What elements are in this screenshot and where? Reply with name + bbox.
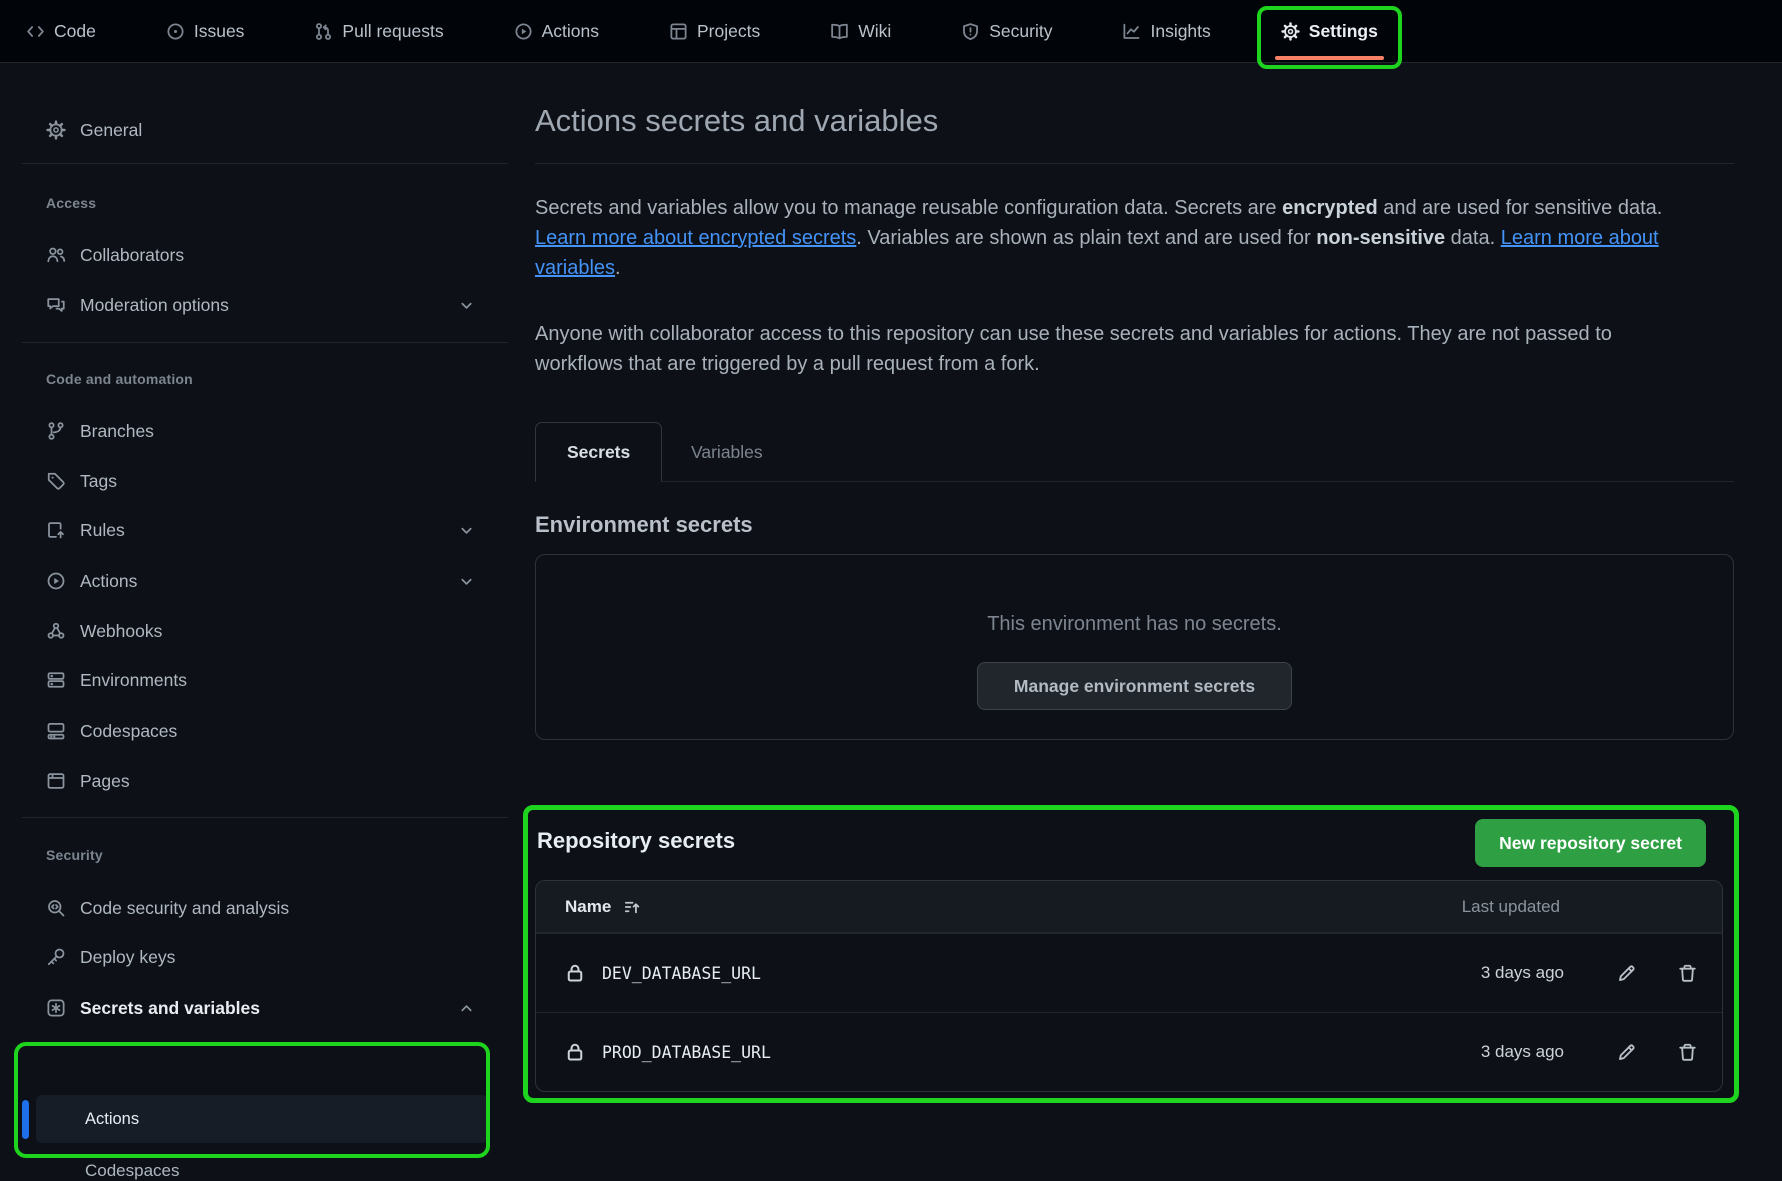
tab-label: Wiki	[858, 21, 891, 42]
shield-icon	[961, 22, 980, 41]
secret-name: PROD_DATABASE_URL	[602, 1043, 771, 1062]
intro-paragraph: Secrets and variables allow you to manag…	[535, 193, 1690, 283]
secret-updated: 3 days ago	[1481, 963, 1564, 983]
tab-label: Settings	[1309, 21, 1378, 42]
repo-tab-nav: Code Issues Pull requests Actions Projec…	[0, 0, 1782, 63]
environment-secrets-heading: Environment secrets	[535, 512, 753, 538]
git-pull-request-icon	[314, 22, 333, 41]
book-icon	[830, 22, 849, 41]
environment-empty-text: This environment has no secrets.	[987, 613, 1282, 636]
secret-row-prod: PROD_DATABASE_URL 3 days ago	[536, 1012, 1722, 1091]
page-title: Actions secrets and variables	[535, 103, 938, 139]
table-header-row: Name Last updated	[536, 881, 1722, 933]
tab-label: Actions	[542, 21, 599, 42]
code-icon	[26, 22, 45, 41]
tab-label: Security	[989, 21, 1052, 42]
tab-security[interactable]: Security	[961, 21, 1052, 42]
tab-label: Variables	[691, 442, 763, 463]
tab-insights[interactable]: Insights	[1122, 21, 1210, 42]
title-divider	[535, 163, 1734, 164]
tab-settings[interactable]: Settings	[1281, 21, 1378, 42]
settings-content: Actions secrets and variables Secrets an…	[0, 63, 1782, 1116]
tab-actions[interactable]: Actions	[514, 21, 599, 42]
delete-trash-icon[interactable]	[1677, 1042, 1698, 1063]
secret-name: DEV_DATABASE_URL	[602, 964, 761, 983]
graph-icon	[1122, 22, 1141, 41]
repository-secrets-table: Name Last updated DEV_DATABASE_URL 3 day…	[535, 880, 1723, 1092]
intro-text: Secrets and variables allow you to manag…	[535, 197, 1282, 219]
intro-text: .	[615, 257, 621, 279]
repository-secrets-heading: Repository secrets	[537, 828, 735, 854]
link-encrypted-secrets[interactable]: Learn more about encrypted secrets	[535, 227, 856, 249]
tab-label: Issues	[194, 21, 245, 42]
secret-row-dev: DEV_DATABASE_URL 3 days ago	[536, 933, 1722, 1012]
environment-secrets-empty-box: This environment has no secrets. Manage …	[535, 554, 1734, 740]
manage-environment-secrets-button[interactable]: Manage environment secrets	[977, 662, 1292, 710]
last-updated-column-header: Last updated	[1462, 897, 1560, 917]
issue-opened-icon	[166, 22, 185, 41]
collaborator-paragraph: Anyone with collaborator access to this …	[535, 319, 1690, 379]
tab-wiki[interactable]: Wiki	[830, 21, 891, 42]
sort-ascending-icon[interactable]	[623, 898, 641, 916]
lock-icon	[565, 963, 585, 983]
intro-bold-non-sensitive: non-sensitive	[1316, 227, 1445, 249]
intro-text: and are used for sensitive data.	[1378, 197, 1663, 219]
tab-label: Pull requests	[342, 21, 443, 42]
tab-pull-requests[interactable]: Pull requests	[314, 21, 443, 42]
play-icon	[514, 22, 533, 41]
secret-updated: 3 days ago	[1481, 1042, 1564, 1062]
table-icon	[669, 22, 688, 41]
tab-label: Projects	[697, 21, 760, 42]
sidebar-item-label: Codespaces	[85, 1161, 180, 1180]
edit-pencil-icon[interactable]	[1616, 1042, 1637, 1063]
delete-trash-icon[interactable]	[1677, 963, 1698, 984]
name-column-header: Name	[565, 897, 611, 917]
intro-text: . Variables are shown as plain text and …	[856, 227, 1316, 249]
lock-icon	[565, 1042, 585, 1062]
intro-bold-encrypted: encrypted	[1282, 197, 1378, 219]
intro-text: data.	[1445, 227, 1501, 249]
tab-issues[interactable]: Issues	[166, 21, 245, 42]
tab-code[interactable]: Code	[26, 21, 96, 42]
tab-label: Code	[54, 21, 96, 42]
active-tab-underline	[1275, 56, 1384, 60]
gear-icon	[1281, 22, 1300, 41]
edit-pencil-icon[interactable]	[1616, 963, 1637, 984]
tab-label: Secrets	[567, 442, 630, 463]
new-repository-secret-button[interactable]: New repository secret	[1475, 819, 1706, 867]
tab-variables[interactable]: Variables	[663, 422, 791, 482]
sidebar-subitem-codespaces[interactable]: Codespaces	[85, 1161, 180, 1181]
tab-projects[interactable]: Projects	[669, 21, 760, 42]
tab-secrets[interactable]: Secrets	[535, 422, 662, 482]
secrets-variables-tabs: Secrets Variables	[535, 422, 1734, 482]
tab-label: Insights	[1150, 21, 1210, 42]
